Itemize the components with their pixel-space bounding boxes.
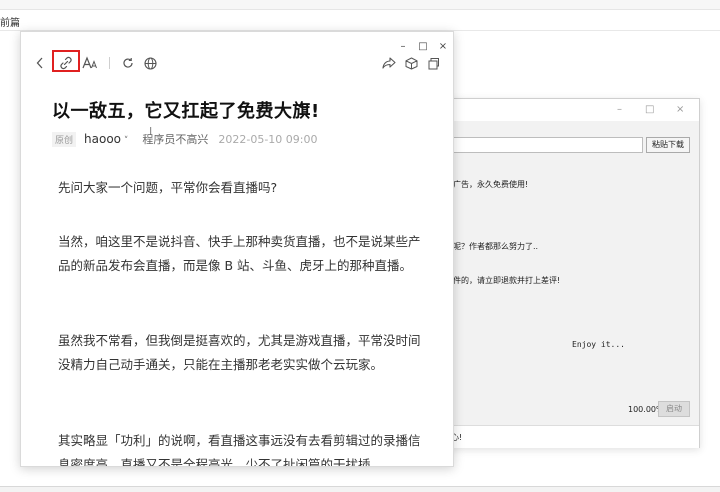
dialog-log-line: 广告，永久免费使用!	[453, 180, 529, 189]
download-dialog: – □ × 粘贴下载 广告，永久免费使用! 呢？作者都那么努力了.. 件的，请立…	[440, 98, 700, 448]
article-title: 以一敌五，它又扛起了免费大旗!	[52, 101, 320, 122]
window-controls: – □ ×	[393, 34, 453, 52]
dialog-maximize-button[interactable]: □	[645, 104, 654, 115]
window-icon[interactable]	[425, 52, 441, 74]
toolbar-divider	[109, 57, 110, 69]
article-paragraph: 其实略显「功利」的说啊，看直播这事远没有去看剪辑过的录播信息密度高，直播又不是全…	[58, 433, 421, 467]
background-toolbar-label: 前篇	[0, 18, 20, 29]
background-status-bar	[0, 486, 720, 492]
account-name[interactable]: 程序员不高兴	[142, 131, 208, 147]
dialog-log-line: 呢？作者都那么努力了..	[453, 242, 539, 251]
globe-icon[interactable]	[142, 52, 158, 74]
chevron-left-icon[interactable]	[33, 52, 47, 74]
article-paragraph: 虽然我不常看，但我倒是挺喜欢的，尤其是游戏直播，平常没时间没精力自己动手通关，只…	[58, 333, 421, 372]
dialog-log-line: 件的，请立即退款并打上差评!	[453, 276, 561, 285]
dialog-titlebar: – □ ×	[441, 99, 699, 121]
background-toolbar	[0, 10, 720, 31]
cube-icon[interactable]	[403, 52, 419, 74]
dialog-start-button[interactable]: 启动	[658, 401, 690, 417]
paste-download-button[interactable]: 粘贴下载	[646, 137, 690, 153]
link-icon-highlight	[52, 50, 80, 72]
original-badge: 原创	[52, 131, 77, 147]
reader-toolbar	[21, 52, 453, 74]
dialog-url-input[interactable]	[441, 137, 643, 153]
publish-date: 2022-05-10 09:00	[218, 132, 318, 146]
article-paragraph: 先问大家一个问题，平常你会看直播吗?	[58, 180, 278, 195]
dialog-minimize-button[interactable]: –	[617, 104, 622, 115]
refresh-icon[interactable]	[120, 52, 136, 74]
article-meta: 原创 haooo ˅ 程序员不高兴 2022-05-10 09:00	[52, 131, 318, 147]
article-paragraph: 当然，咱这里不是说抖音、快手上那种卖货直播，也不是说某些产品的新品发布会直播，而…	[58, 234, 421, 273]
chevron-down-icon: ˅	[121, 136, 129, 146]
dialog-log-line: Enjoy it...	[572, 340, 625, 349]
background-top-strip	[0, 0, 720, 10]
article-reader-window: – □ × 以一敌五，它又扛起了免费大旗! I 原创 haooo ˅ 程序员不高…	[20, 31, 454, 467]
author-name[interactable]: haooo ˅	[84, 132, 128, 146]
share-icon[interactable]	[381, 52, 397, 74]
author-label: haooo	[84, 132, 121, 146]
dialog-close-button[interactable]: ×	[676, 104, 684, 115]
dialog-footer: 心!	[441, 425, 699, 448]
font-size-icon[interactable]	[81, 52, 99, 74]
